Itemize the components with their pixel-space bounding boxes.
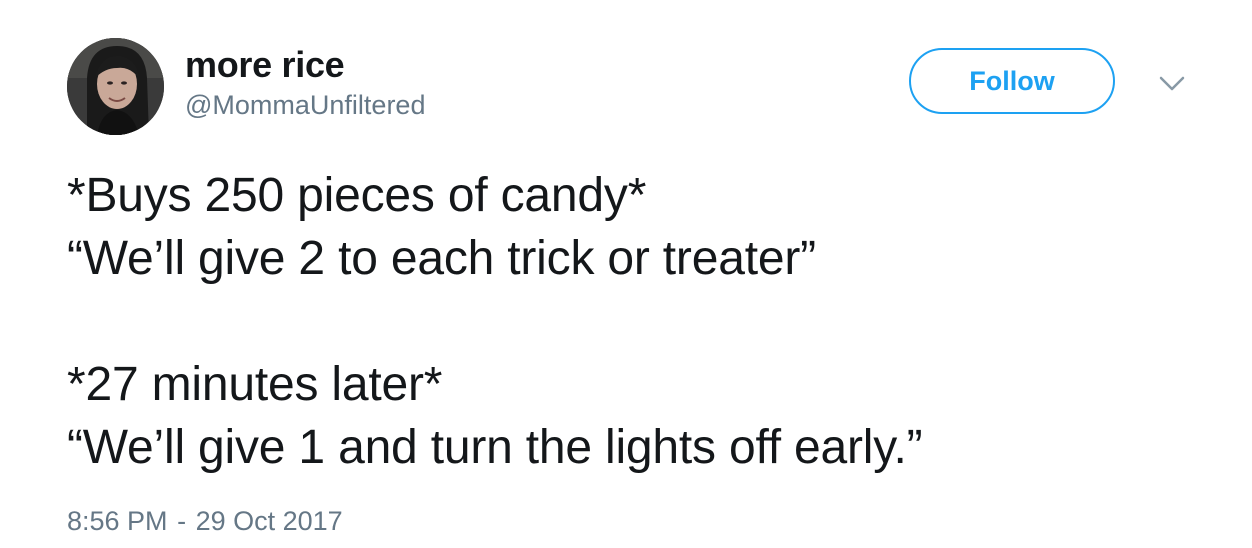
timestamp-separator: - [177,506,187,536]
chevron-down-icon[interactable] [1157,74,1187,94]
author-handle[interactable]: @MommaUnfiltered [185,90,425,121]
tweet-time: 8:56 PM [67,506,168,536]
tweet-text-line: “We’ll give 2 to each trick or treater” [67,232,816,285]
profile-photo-icon [67,38,164,135]
tweet-timestamp[interactable]: 8:56 PM - 29 Oct 2017 [67,506,343,537]
author-display-name[interactable]: more rice [185,44,345,86]
tweet-date: 29 Oct 2017 [195,506,343,536]
follow-button[interactable]: Follow [909,48,1115,114]
tweet-text: *Buys 250 pieces of candy* “We’ll give 2… [67,164,1217,479]
tweet-text-line: “We’ll give 1 and turn the lights off ea… [67,421,923,474]
tweet-card: more rice @MommaUnfiltered Follow *Buys … [0,0,1252,548]
avatar[interactable] [67,38,164,135]
tweet-text-line: *Buys 250 pieces of candy* [67,169,647,222]
tweet-text-line: *27 minutes later* [67,358,443,411]
